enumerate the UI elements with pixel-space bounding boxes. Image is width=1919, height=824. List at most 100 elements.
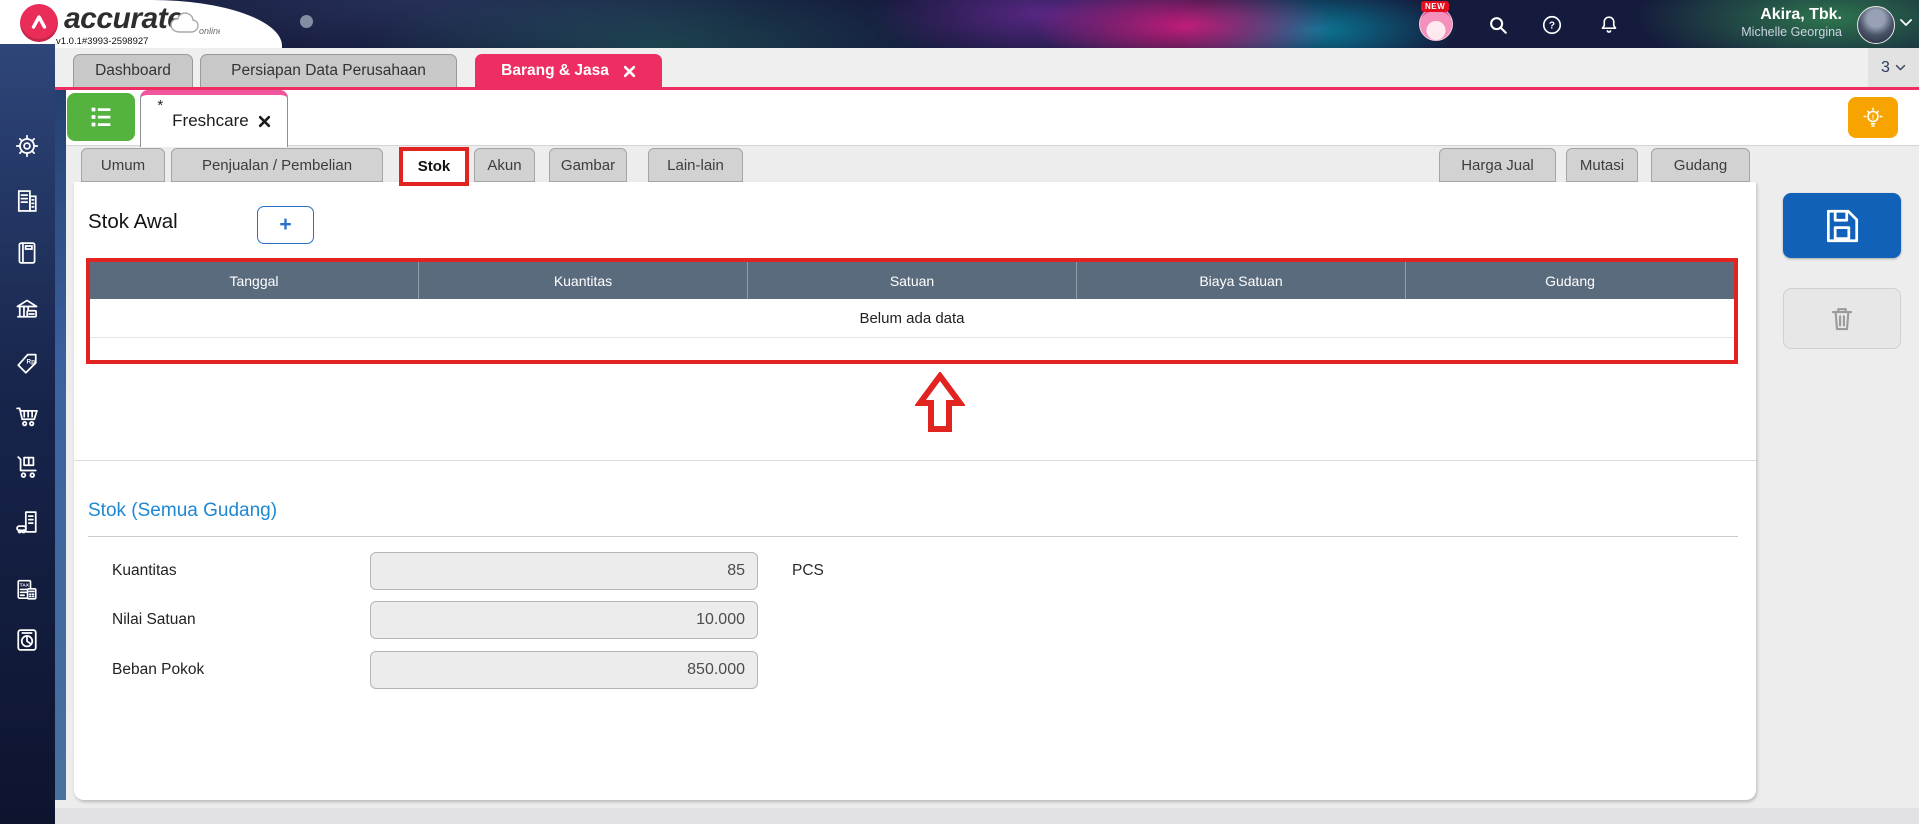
subtab-akun[interactable]: Akun (474, 148, 535, 182)
subtab-label: Mutasi (1579, 156, 1625, 174)
stok-awal-title: Stok Awal (88, 210, 178, 233)
brand-name: accurate (64, 2, 184, 35)
tips-button[interactable]: ! (1848, 97, 1898, 138)
annotation-box-stok-tab: Stok (399, 147, 469, 186)
shopping-cart-icon (16, 407, 38, 427)
window-count-dropdown[interactable]: 3 (1868, 48, 1919, 87)
pie-chart-report-icon (17, 629, 37, 651)
subtab-penjualan-pembelian[interactable]: Penjualan / Pembelian (171, 148, 383, 182)
svg-text:Rp: Rp (26, 358, 35, 365)
unsaved-marker: * (157, 97, 164, 114)
cloud-online-icon: online (168, 6, 220, 38)
table-header-row: Tanggal Kuantitas Satuan Biaya Satuan Gu… (90, 262, 1734, 299)
svg-text:!: ! (1872, 112, 1875, 121)
sidebar-nav: Rp TAX (0, 44, 55, 824)
user-info[interactable]: Akira, Tbk. Michelle Georgina (1640, 5, 1842, 40)
delete-button[interactable] (1783, 288, 1901, 349)
hand-truck-icon (17, 456, 37, 478)
table-empty-state: Belum ada data (90, 299, 1734, 338)
sidebar-item-purchases[interactable] (13, 402, 41, 430)
tab-persiapan-data-perusahaan[interactable]: Persiapan Data Perusahaan (200, 54, 457, 87)
bank-card-icon (16, 299, 38, 318)
kuantitas-label: Kuantitas (112, 562, 177, 579)
sidebar-item-bank[interactable] (13, 296, 41, 324)
beban-pokok-field[interactable] (370, 651, 758, 689)
notifications-bell-icon[interactable] (1598, 14, 1620, 36)
subtab-mutasi[interactable]: Mutasi (1566, 148, 1638, 182)
save-floppy-icon (1826, 209, 1859, 242)
lightbulb-icon: ! (1863, 107, 1883, 127)
document-tab-strip (55, 90, 1919, 146)
tab-label: Barang & Jasa (501, 62, 609, 79)
save-button[interactable] (1783, 193, 1901, 258)
tab-label: Persiapan Data Perusahaan (231, 62, 426, 79)
subtab-label: Gambar (560, 156, 616, 174)
whats-new-avatar-icon[interactable] (1419, 7, 1453, 41)
subtab-label: Lain-lain (667, 156, 724, 174)
user-name: Michelle Georgina (1741, 25, 1842, 39)
nilai-satuan-field[interactable] (370, 601, 758, 639)
subtab-lain-lain[interactable]: Lain-lain (648, 148, 743, 182)
subtab-gambar[interactable]: Gambar (549, 148, 627, 182)
new-badge: NEW (1421, 1, 1450, 12)
svg-text:TAX: TAX (20, 582, 30, 588)
chevron-down-icon (1895, 64, 1906, 71)
column-header-kuantitas[interactable]: Kuantitas (419, 262, 748, 299)
tax-document-icon: TAX (17, 579, 37, 600)
plus-icon: + (279, 213, 292, 236)
search-icon[interactable] (1487, 14, 1509, 36)
sidebar-item-inventory[interactable] (13, 453, 41, 481)
gear-icon (15, 134, 39, 158)
book-icon (18, 242, 36, 264)
accurate-logo-icon[interactable] (20, 4, 58, 42)
column-header-gudang[interactable]: Gudang (1406, 262, 1734, 299)
subtab-stok[interactable]: Stok (403, 151, 465, 182)
kuantitas-unit-label: PCS (792, 562, 824, 579)
bottom-strip (55, 808, 1919, 824)
help-icon[interactable]: ? (1541, 14, 1563, 36)
company-name: Akira, Tbk. (1760, 6, 1842, 23)
sidebar-item-company[interactable] (13, 187, 41, 215)
app-header: accurate online v1.0.1#3993-2598927 NEW … (0, 0, 1919, 48)
window-count: 3 (1881, 58, 1890, 76)
subtab-label: Harga Jual (1461, 156, 1534, 174)
sidebar-item-tax[interactable]: TAX (13, 576, 41, 604)
subtab-label: Akun (487, 156, 522, 174)
price-tag-rp-icon: Rp (17, 353, 37, 374)
subtab-gudang[interactable]: Gudang (1651, 148, 1750, 182)
logo-plate: accurate online v1.0.1#3993-2598927 (0, 0, 282, 48)
sidebar-item-journal[interactable] (13, 239, 41, 267)
subtab-label: Umum (100, 156, 146, 174)
user-avatar[interactable] (1857, 6, 1895, 44)
column-header-satuan[interactable]: Satuan (748, 262, 1077, 299)
nav-edge-strip (55, 90, 66, 800)
add-stok-awal-button[interactable]: + (257, 206, 314, 244)
tab-label: Dashboard (95, 62, 171, 79)
sidebar-item-sales[interactable]: Rp (13, 350, 41, 378)
tab-dashboard[interactable]: Dashboard (73, 54, 193, 87)
subtab-harga-jual[interactable]: Harga Jual (1439, 148, 1556, 182)
stok-semua-gudang-title: Stok (Semua Gudang) (88, 500, 278, 521)
subtab-umum[interactable]: Umum (81, 148, 165, 182)
sidebar-item-reports[interactable] (13, 626, 41, 654)
svg-text:?: ? (1549, 21, 1555, 32)
subtab-label: Penjualan / Pembelian (201, 156, 353, 174)
section-divider (74, 460, 1756, 461)
sidebar-item-fixed-assets[interactable] (13, 508, 41, 536)
column-header-tanggal[interactable]: Tanggal (90, 262, 419, 299)
beban-pokok-label: Beban Pokok (112, 661, 205, 678)
doc-tab-freshcare[interactable]: * Freshcare (140, 90, 288, 147)
close-icon[interactable] (258, 115, 271, 128)
company-building-icon (17, 190, 37, 212)
item-list-button[interactable] (67, 93, 135, 141)
close-icon[interactable] (623, 65, 636, 78)
user-menu-chevron-down-icon[interactable] (1899, 18, 1913, 28)
heading-divider (88, 536, 1738, 537)
tab-barang-jasa[interactable]: Barang & Jasa (475, 54, 662, 87)
subtab-label: Gudang (1673, 156, 1728, 174)
column-header-biaya-satuan[interactable]: Biaya Satuan (1077, 262, 1406, 299)
kuantitas-field[interactable] (370, 552, 758, 590)
header-art-dot (300, 15, 313, 28)
assets-building-icon (16, 511, 37, 534)
sidebar-item-settings[interactable] (13, 132, 41, 160)
